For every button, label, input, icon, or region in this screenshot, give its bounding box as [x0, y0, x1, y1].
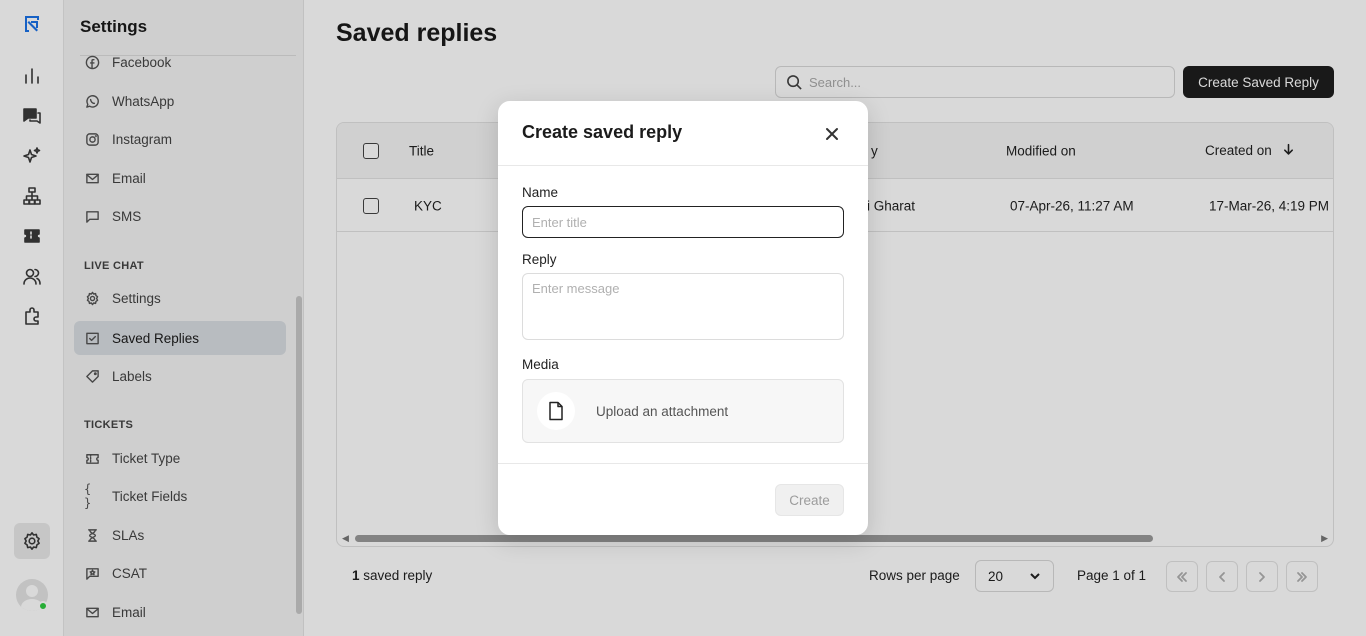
name-input[interactable] — [522, 206, 844, 238]
close-button[interactable] — [820, 122, 844, 146]
document-icon — [537, 392, 575, 430]
close-icon — [826, 128, 838, 140]
create-saved-reply-dialog: Create saved reply Name Reply Media Uplo… — [498, 101, 868, 535]
create-button[interactable]: Create — [775, 484, 844, 516]
dialog-title: Create saved reply — [522, 122, 683, 142]
reply-label: Reply — [522, 252, 557, 267]
upload-label: Upload an attachment — [596, 403, 729, 419]
upload-attachment-area[interactable]: Upload an attachment — [522, 379, 844, 443]
divider — [498, 165, 868, 166]
reply-textarea[interactable] — [522, 273, 844, 340]
divider — [498, 463, 868, 464]
media-label: Media — [522, 357, 559, 372]
name-label: Name — [522, 185, 559, 200]
